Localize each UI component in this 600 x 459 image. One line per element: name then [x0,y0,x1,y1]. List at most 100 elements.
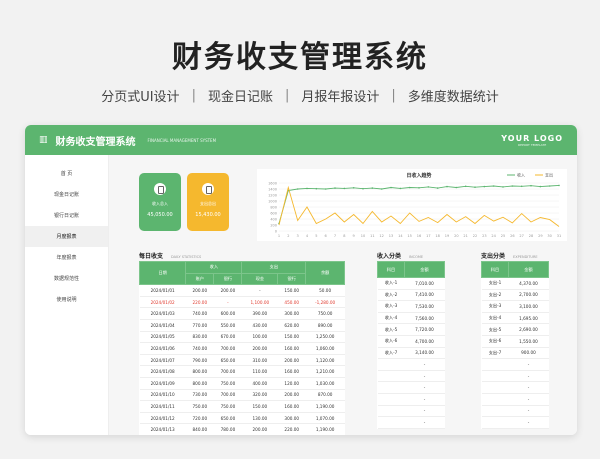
data-point [352,187,355,189]
table-cell: 1,120.00 [305,354,345,367]
sidebar-item-cash-journal[interactable]: 现金日记账 [25,184,108,205]
table-cell: 支出-2 [481,289,509,302]
table-cell: 支出-3 [481,300,509,313]
data-point [390,186,392,189]
table-row: 支出-7 900.00 [481,347,549,360]
wallet-icon [202,183,214,195]
data-point [530,184,532,187]
col-sub: 银行 [277,272,307,286]
table-cell: 600.00 [213,307,242,320]
table-cell [377,405,405,418]
table-cell: 200.00 [277,354,306,367]
col-sub: 账户 [185,272,215,286]
expense-table: 科目 金额 支出-1 4,370.00 支出-2 2,700.00 支出-3 3,100.0… [481,261,550,429]
data-point [502,186,504,188]
table-cell: 2024/01/08 [139,365,186,378]
table-cell: - [213,296,242,309]
table-cell: 2024/01/01 [139,284,186,297]
table-cell: - [404,358,445,371]
data-point [520,185,523,188]
sidebar-item-monthly-report[interactable]: 月度报表 [25,226,108,247]
data-point [539,185,542,188]
x-tick-label: 31 [557,234,561,238]
table-row: - [481,416,549,429]
x-tick-label: 25 [501,234,505,238]
table-cell [377,393,405,406]
table-cell: 300.00 [277,307,306,320]
x-tick-label: 17 [426,234,430,238]
sidebar-item-annual-report[interactable]: 年度报表 [25,247,108,268]
sidebar-item-data-standard[interactable]: 数据规范性 [25,268,108,289]
table-row: - [481,393,549,406]
data-point [408,186,411,189]
table-row: 支出-2 2,700.00 [481,289,549,302]
table-cell: - [404,381,445,394]
data-point [464,185,467,188]
table-cell: 7,530.00 [404,300,445,313]
kpi-label: 收入总入 [152,201,168,206]
table-cell: 收入-7 [377,347,405,360]
table-cell: 780.00 [213,423,242,435]
section-subtitle: DAILY STATISTICS [171,255,202,259]
data-point [436,187,439,189]
x-tick-label: 3 [297,234,299,238]
feature-list: 分页式UI设计 | 现金日记账 | 月报年报设计 | 多维度数据统计 [101,88,499,105]
table-cell: - [404,405,445,418]
table-cell: 100.00 [241,331,278,344]
app-title: 财务收支管理系统 [55,136,136,148]
data-point [455,186,458,189]
table-cell: 770.00 [185,319,214,332]
table-cell: 200.00 [241,342,278,355]
table-row: 支出-4 1,695.00 [481,312,549,325]
x-tick-label: 4 [306,234,309,238]
table-cell: 840.00 [185,423,214,435]
sidebar-item-instructions[interactable]: 使用说明 [25,289,108,310]
data-point [324,188,327,190]
table-cell: - [508,393,549,406]
daily-table: 日期 收入 支出 余额 账户 银行 现金 银行 2024/01/01 200.00… [138,260,345,435]
table-cell: 1,030.00 [305,377,345,390]
feature-item: 现金日记账 [207,90,273,105]
x-tick-label: 12 [379,234,383,238]
feature-item: 分页式UI设计 [101,90,180,105]
col-sub: 银行 [213,272,243,286]
table-cell: 1,100.00 [241,296,278,309]
table-cell: 收入-2 [377,289,405,302]
y-tick-label: 0 [275,230,277,234]
data-point [334,187,336,189]
table-cell: 120.00 [277,377,306,390]
col-sub: 现金 [241,272,279,286]
x-tick-label: 27 [519,234,523,238]
table-row: 2024/01/11 750.00 750.00 150.00 160.00 1,190.… [139,400,345,413]
sidebar-item-home[interactable]: 首 页 [25,163,108,184]
y-tick-label: 800 [270,206,277,210]
table-cell: 670.00 [213,331,242,344]
table-cell [481,393,509,406]
table-cell: 200.00 [241,423,278,435]
data-point [371,187,374,189]
table-cell: 220.00 [185,296,214,309]
sidebar-item-bank-journal[interactable]: 银行日记账 [25,205,108,226]
table-cell: 200.00 [213,284,242,297]
table-cell: 550.00 [213,319,242,332]
data-point [511,185,514,187]
table-cell: 2024/01/09 [139,377,186,390]
table-row: 2024/01/13 840.00 780.00 200.00 220.00 1,190.… [139,423,345,435]
table-cell: 300.00 [277,412,306,425]
table-row: - [377,358,445,371]
table-cell: 支出-1 [481,277,509,290]
chart-icon: ▥ [39,135,48,145]
table-cell: 900.00 [508,347,549,360]
table-cell: 160.00 [277,342,306,355]
table-row: 2024/01/06 740.00 700.00 200.00 160.00 1,060.… [139,342,345,355]
table-cell [481,381,509,394]
table-cell: 200.00 [185,284,214,297]
table-cell: 320.00 [241,389,278,402]
table-row: 收入-1 7,010.00 [377,277,445,290]
table-cell [377,381,405,394]
income-section-header: 收入分类 INCOME [377,251,423,260]
col-amount: 金额 [403,261,446,278]
table-cell: - [508,358,549,371]
table-cell: 1,190.00 [305,400,345,413]
table-cell: 700.00 [213,389,242,402]
